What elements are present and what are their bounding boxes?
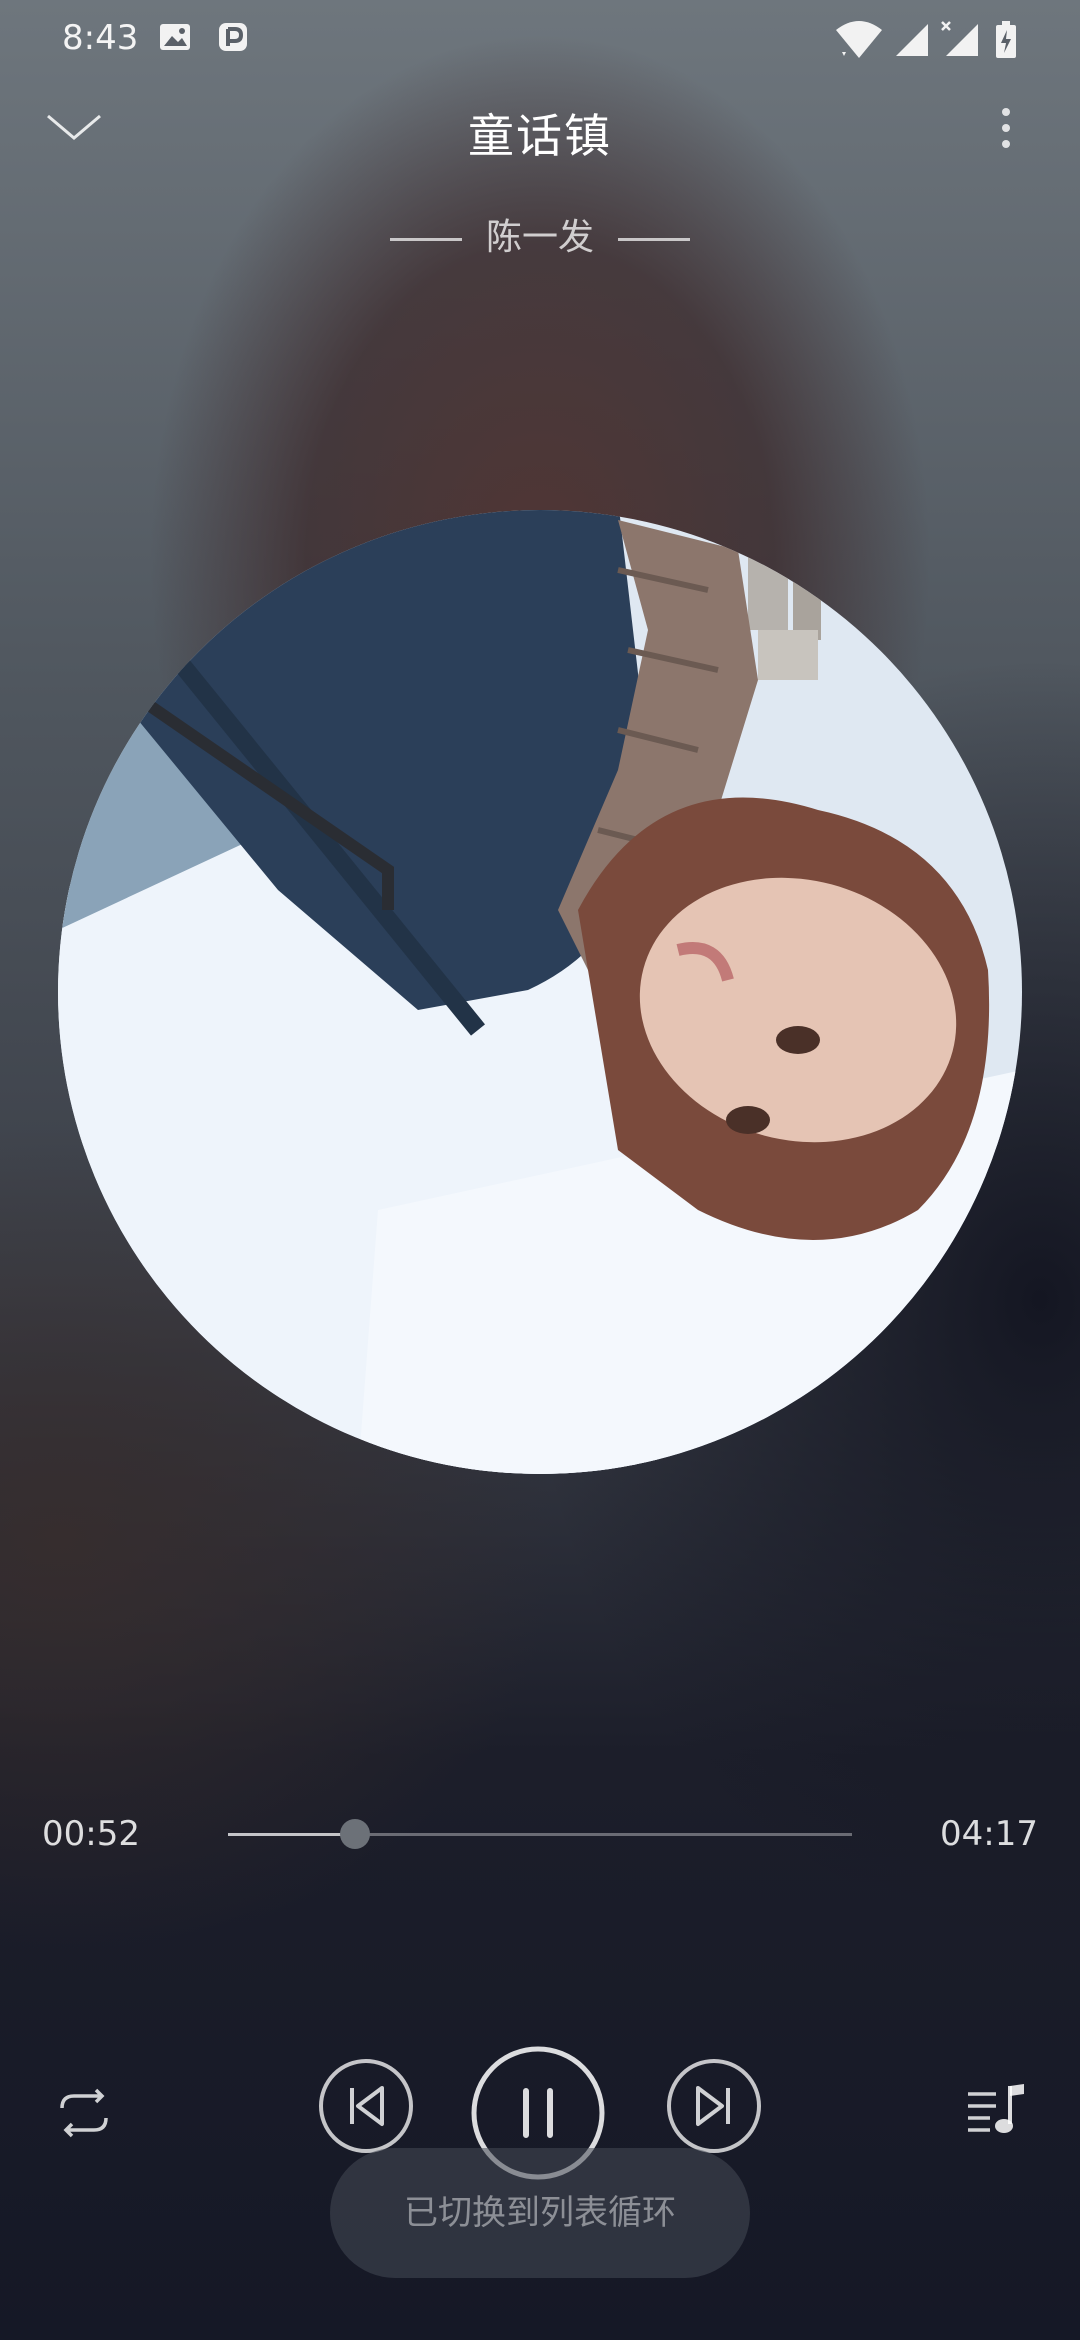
image-icon xyxy=(160,24,190,50)
progress-bar[interactable] xyxy=(228,1819,852,1849)
total-duration: 04:17 xyxy=(940,1814,1038,1854)
skip-next-icon[interactable] xyxy=(664,2056,764,2156)
parking-icon xyxy=(219,23,247,51)
artist-dash-left xyxy=(389,237,462,241)
signal-x-icon xyxy=(941,21,978,56)
playlist-icon[interactable] xyxy=(966,2080,1028,2142)
signal-icon xyxy=(896,24,928,56)
song-title: 童话镇 xyxy=(468,109,612,163)
more-vertical-icon[interactable] xyxy=(996,104,1016,154)
artist-dash-right xyxy=(618,237,690,241)
artist-line: 陈一发 xyxy=(0,208,1080,260)
progress-fill xyxy=(228,1833,355,1836)
progress-thumb[interactable] xyxy=(339,1819,370,1849)
artist-name: 陈一发 xyxy=(485,217,594,258)
toast-message: 已切换到列表循环 xyxy=(330,2148,750,2278)
album-art xyxy=(58,510,1022,1474)
status-time: 8:43 xyxy=(62,18,139,58)
wifi-icon xyxy=(836,21,882,58)
battery-charging-icon xyxy=(996,21,1016,58)
status-bar: 8:43 xyxy=(0,0,1080,80)
repeat-list-icon[interactable] xyxy=(52,2086,116,2140)
skip-previous-icon[interactable] xyxy=(316,2056,416,2156)
elapsed-time: 00:52 xyxy=(42,1814,140,1854)
